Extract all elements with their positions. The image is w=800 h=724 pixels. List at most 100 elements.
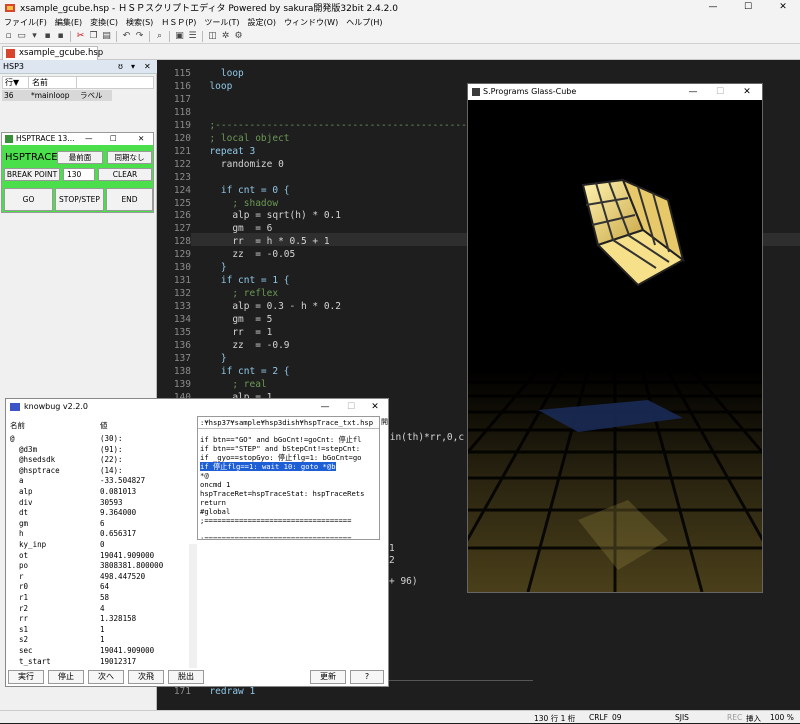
line-number: 130: [173, 262, 191, 274]
close-button[interactable]: ✕: [362, 399, 388, 415]
column-line[interactable]: 行▼: [3, 77, 29, 88]
menu-settings[interactable]: 設定(O): [244, 17, 281, 28]
breakpoint-input[interactable]: 130: [63, 168, 95, 181]
maximize-button[interactable]: ☐: [110, 133, 117, 145]
menu-search[interactable]: 検索(S): [122, 17, 157, 28]
variable-row[interactable]: r0 64: [8, 582, 188, 592]
undo-icon[interactable]: ↶: [121, 31, 132, 42]
menu-hsp[interactable]: ＨＳＰ(P): [157, 17, 200, 28]
variable-row[interactable]: h 0.656317: [8, 529, 188, 539]
variable-row[interactable]: po 3808381.800000: [8, 561, 188, 571]
copy-icon[interactable]: ❐: [88, 31, 99, 42]
menu-edit[interactable]: 編集(E): [51, 17, 86, 28]
redo-icon[interactable]: ↷: [134, 31, 145, 42]
column-name[interactable]: 名前: [10, 420, 25, 431]
clear-button[interactable]: CLEAR: [98, 168, 152, 181]
stop-button[interactable]: 停止: [48, 670, 84, 684]
maximize-button[interactable]: ☐: [731, 0, 765, 15]
compile-icon[interactable]: ▣: [174, 31, 185, 42]
variable-row[interactable]: th -22391.229412: [8, 667, 188, 668]
close-button[interactable]: ✕: [766, 0, 800, 15]
code-line: ; reflex: [198, 288, 279, 300]
minimize-button[interactable]: —: [696, 0, 730, 15]
variable-row[interactable]: @hsptrace (14):: [8, 466, 188, 476]
toolbar-separator: [70, 30, 71, 42]
variable-value: 30593: [100, 497, 123, 507]
panel-close-icon[interactable]: ✕: [144, 60, 151, 74]
variable-row[interactable]: ky_inp 0: [8, 540, 188, 550]
variable-row[interactable]: r1 58: [8, 593, 188, 603]
variable-row[interactable]: gm 6: [8, 519, 188, 529]
front-button[interactable]: 最前面: [57, 151, 103, 164]
minimize-button[interactable]: —: [312, 399, 338, 415]
step-out-button[interactable]: 脱出: [168, 670, 204, 684]
breakpoint-button[interactable]: BREAK POINT: [4, 168, 60, 181]
source-pane[interactable]: :¥hsp37¥sample¥hsp3dish¥hspTrace_txt.hsp…: [197, 416, 380, 540]
pin-icon[interactable]: ʊ: [118, 60, 123, 74]
step-over-button[interactable]: 次飛: [128, 670, 164, 684]
minimize-button[interactable]: —: [85, 133, 93, 145]
column-name[interactable]: 名前: [29, 77, 77, 88]
go-button[interactable]: GO: [4, 188, 53, 211]
paste-icon[interactable]: ▤: [101, 31, 112, 42]
variable-row[interactable]: @hsedsdk (22):: [8, 455, 188, 465]
variable-row[interactable]: ot 19041.909000: [8, 551, 188, 561]
settings-icon[interactable]: ⚙: [233, 31, 244, 42]
variable-row[interactable]: s1 1: [8, 625, 188, 635]
end-button[interactable]: END: [106, 188, 153, 211]
variable-row[interactable]: s2 1: [8, 635, 188, 645]
menu-tools[interactable]: ツール(T): [200, 17, 243, 28]
close-button[interactable]: ✕: [138, 133, 144, 145]
minimize-button[interactable]: —: [680, 84, 706, 100]
column-value[interactable]: 値: [100, 420, 108, 431]
list-icon[interactable]: ☰: [187, 31, 198, 42]
debug-icon[interactable]: ✲: [220, 31, 231, 42]
label-kind: ラベル: [80, 91, 103, 100]
variable-scrollbar[interactable]: [189, 544, 197, 668]
hsptrace-title: HSPTRACE 13...: [16, 134, 75, 143]
line-number: 138: [173, 365, 191, 377]
variable-row[interactable]: r 498.447520: [8, 572, 188, 582]
variable-row[interactable]: @ (30):: [8, 434, 188, 444]
close-button[interactable]: ✕: [734, 84, 760, 100]
variable-value: 3808381.800000: [100, 561, 164, 571]
save-all-icon[interactable]: ▪: [55, 31, 66, 42]
maximize-button[interactable]: ☐: [338, 399, 364, 415]
variable-row[interactable]: alp 0.081013: [8, 487, 188, 497]
menu-file[interactable]: ファイル(F): [0, 17, 51, 28]
label-list-row[interactable]: 36 *mainloop ラベル: [2, 90, 112, 101]
maximize-button[interactable]: ☐: [707, 84, 733, 100]
dropdown-icon[interactable]: ▾: [29, 31, 40, 42]
label-line: 36: [4, 91, 14, 100]
sync-button[interactable]: 同期なし: [107, 151, 152, 164]
variable-row[interactable]: r2 4: [8, 604, 188, 614]
new-file-icon[interactable]: ▫: [3, 31, 14, 42]
find-icon[interactable]: ⌕: [154, 31, 165, 42]
variable-row[interactable]: div 30593: [8, 498, 188, 508]
stop-step-button[interactable]: STOP/STEP: [55, 188, 104, 211]
variable-row[interactable]: a -33.504827: [8, 476, 188, 486]
menu-convert[interactable]: 変換(C): [86, 17, 122, 28]
tab-xsample-gcube[interactable]: xsample_gcube.hsp: [2, 46, 103, 60]
run-button[interactable]: 実行: [8, 670, 44, 684]
menu-help[interactable]: ヘルプ(H): [342, 17, 386, 28]
variable-row[interactable]: rr 1.328158: [8, 614, 188, 624]
variable-row[interactable]: sec 19041.909000: [8, 646, 188, 656]
variable-tree[interactable]: 名前 値 @ (30): @d3m (91): @hsedsdk (22): @hsp…: [8, 418, 191, 668]
hsptrace-app-icon: [5, 135, 13, 143]
help-button[interactable]: ?: [350, 670, 384, 684]
glass-cube-render[interactable]: [468, 100, 762, 592]
variable-row[interactable]: t_start 19012317: [8, 657, 188, 667]
menu-window[interactable]: ウィンドウ(W): [280, 17, 342, 28]
panel-menu-icon[interactable]: ▾: [131, 60, 135, 74]
run-icon[interactable]: ◫: [207, 31, 218, 42]
step-button[interactable]: 次へ: [88, 670, 124, 684]
save-icon[interactable]: ▪: [42, 31, 53, 42]
variable-row[interactable]: dt 9.364000: [8, 508, 188, 518]
refresh-button[interactable]: 更新: [310, 670, 346, 684]
variable-name: t_start: [10, 656, 51, 666]
open-source-button[interactable]: 開: [381, 416, 390, 428]
variable-row[interactable]: @d3m (91):: [8, 445, 188, 455]
open-folder-icon[interactable]: ▭: [16, 31, 27, 42]
cut-icon[interactable]: ✂: [75, 31, 86, 42]
